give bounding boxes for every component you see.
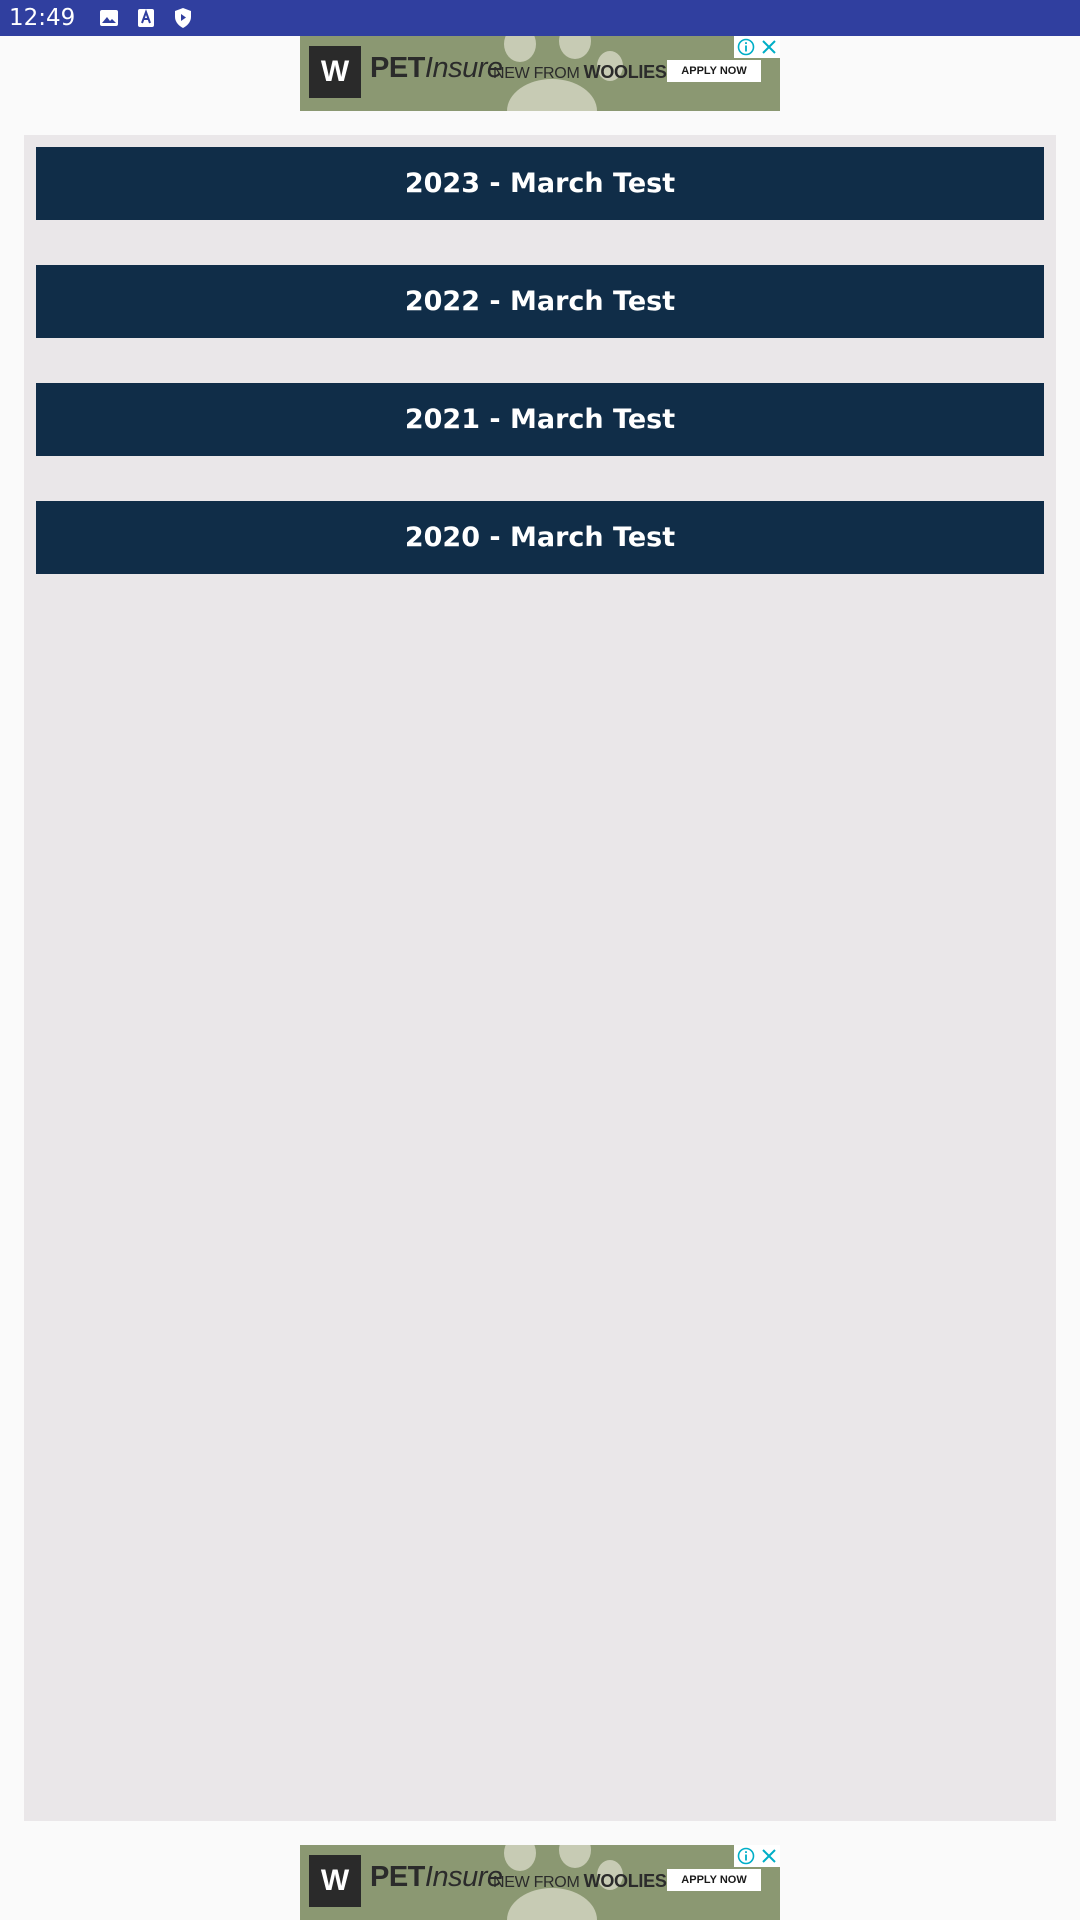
ad-banner-top[interactable]: W PETInsure NEW FROM WOOLIES APPLY NOW bbox=[300, 36, 780, 111]
test-list: 2023 - March Test 2022 - March Test 2021… bbox=[36, 147, 1044, 619]
ad-logo: W bbox=[309, 46, 361, 98]
ad-apply-button[interactable]: APPLY NOW bbox=[667, 1869, 761, 1891]
info-icon[interactable] bbox=[737, 1847, 755, 1865]
image-icon bbox=[97, 6, 121, 30]
test-button-2020[interactable]: 2020 - March Test bbox=[36, 501, 1044, 574]
ad-brand: PETInsure bbox=[370, 1861, 503, 1893]
ad-brand: PETInsure bbox=[370, 52, 503, 84]
info-icon[interactable] bbox=[737, 38, 755, 56]
text-a-icon bbox=[134, 6, 158, 30]
shield-play-icon bbox=[171, 6, 195, 30]
status-bar: 12:49 bbox=[0, 0, 1080, 36]
status-time: 12:49 bbox=[9, 5, 76, 31]
ad-choices[interactable] bbox=[734, 1845, 780, 1867]
close-icon[interactable] bbox=[761, 1848, 777, 1864]
test-list-panel: 2023 - March Test 2022 - March Test 2021… bbox=[24, 135, 1056, 1821]
ad-apply-button[interactable]: APPLY NOW bbox=[667, 60, 761, 82]
ad-tagline: NEW FROM WOOLIES bbox=[493, 1871, 667, 1891]
close-icon[interactable] bbox=[761, 39, 777, 55]
test-button-2022[interactable]: 2022 - March Test bbox=[36, 265, 1044, 338]
test-button-2023[interactable]: 2023 - March Test bbox=[36, 147, 1044, 220]
ad-choices[interactable] bbox=[734, 36, 780, 58]
ad-banner-bottom[interactable]: W PETInsure NEW FROM WOOLIES APPLY NOW bbox=[300, 1845, 780, 1920]
ad-logo: W bbox=[309, 1855, 361, 1907]
ad-tagline: NEW FROM WOOLIES bbox=[493, 62, 667, 82]
status-icons bbox=[97, 6, 208, 30]
test-button-2021[interactable]: 2021 - March Test bbox=[36, 383, 1044, 456]
